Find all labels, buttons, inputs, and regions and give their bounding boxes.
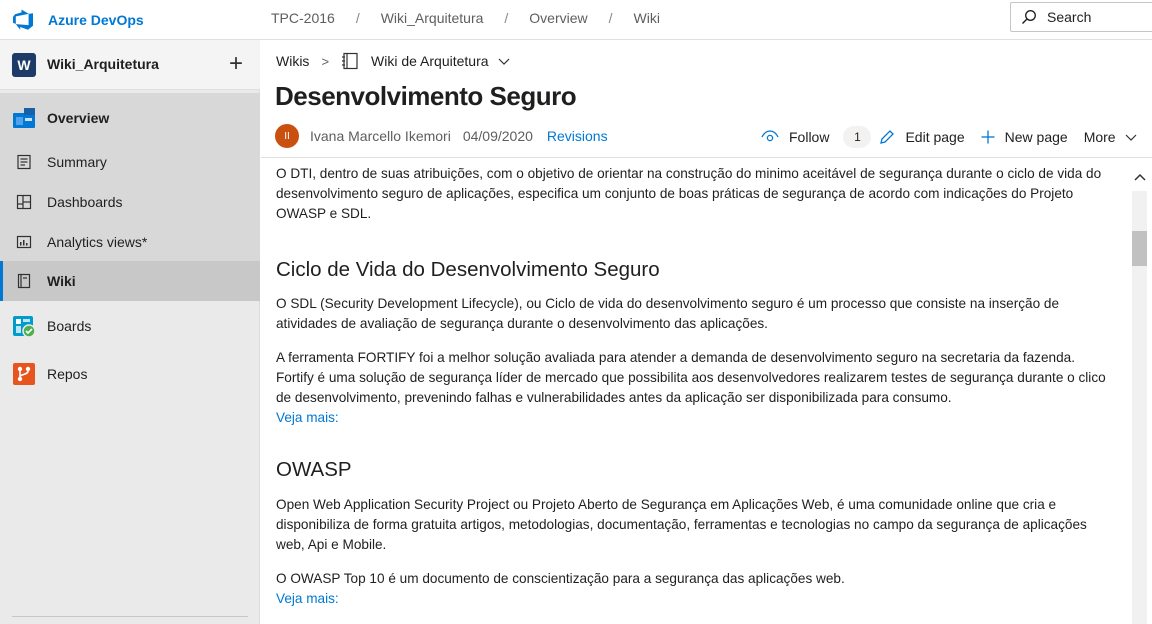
wiki-book-icon	[342, 52, 358, 70]
new-page-label: New page	[1004, 129, 1068, 145]
avatar: II	[275, 124, 299, 148]
chevron-down-icon	[1125, 134, 1137, 141]
follow-button[interactable]: Follow	[761, 129, 829, 145]
author-name: Ivana Marcello Ikemori	[310, 128, 451, 144]
sidebar-item-label: Wiki	[47, 273, 76, 289]
breadcrumb-overview[interactable]: Overview	[529, 10, 587, 26]
new-page-button[interactable]: New page	[981, 129, 1068, 145]
page-actions: Follow 1 Edit page New page More	[761, 125, 1148, 149]
plus-icon	[981, 130, 995, 144]
search-icon	[1022, 10, 1036, 24]
project-avatar: W	[12, 53, 36, 77]
analytics-icon	[12, 230, 36, 254]
fortify-paragraph: A ferramenta FORTIFY foi a melhor soluçã…	[276, 350, 1106, 405]
top10-paragraph: O OWASP Top 10 é um documento de conscie…	[276, 571, 845, 586]
top10-section: O OWASP Top 10 é um documento de conscie…	[276, 569, 1111, 609]
summary-icon	[12, 150, 36, 174]
sdl-paragraph: O SDL (Security Development Lifecycle), …	[276, 296, 1060, 331]
top-bar: Azure DevOps TPC-2016 / Wiki_Arquitetura…	[0, 0, 1152, 40]
project-header[interactable]: W Wiki_Arquitetura +	[0, 40, 260, 90]
breadcrumb: TPC-2016 / Wiki_Arquitetura / Overview /…	[271, 10, 660, 26]
sidebar-item-wiki[interactable]: Wiki	[0, 261, 260, 301]
overview-icon	[12, 106, 36, 130]
breadcrumb-separator: /	[355, 10, 360, 26]
azure-devops-home[interactable]: Azure DevOps	[12, 8, 144, 32]
page-content: O DTI, dentro de suas atribuições, com o…	[276, 164, 1111, 606]
repos-icon	[12, 362, 36, 386]
sidebar-item-summary[interactable]: Summary	[0, 142, 260, 182]
follow-count-badge: 1	[843, 126, 872, 148]
sidebar-divider	[12, 616, 248, 617]
page-meta: II Ivana Marcello Ikemori 04/09/2020 Rev…	[275, 124, 608, 148]
project-name: Wiki_Arquitetura	[47, 56, 159, 72]
wiki-breadcrumb: Wikis > Wiki de Arquitetura	[276, 52, 523, 70]
boards-icon	[12, 314, 36, 338]
page-date: 04/09/2020	[462, 128, 533, 144]
revisions-link[interactable]: Revisions	[547, 128, 608, 144]
edit-page-label: Edit page	[905, 129, 965, 145]
sidebar-item-label: Analytics views*	[47, 234, 148, 250]
wiki-icon	[12, 269, 36, 293]
eye-icon	[761, 130, 779, 142]
follow-label: Follow	[789, 129, 830, 145]
add-icon[interactable]: +	[226, 52, 246, 76]
chevron-up-icon[interactable]	[1134, 172, 1146, 182]
app-name: Azure DevOps	[48, 12, 144, 28]
header-divider	[261, 157, 1152, 158]
pencil-icon	[880, 130, 895, 144]
sidebar: W Wiki_Arquitetura + Overview Summary Da…	[0, 40, 260, 624]
breadcrumb-project[interactable]: Wiki_Arquitetura	[381, 10, 484, 26]
sidebar-item-repos[interactable]: Repos	[0, 354, 260, 394]
page-title: Desenvolvimento Seguro	[275, 81, 577, 111]
more-label: More	[1083, 129, 1116, 145]
sidebar-item-label: Boards	[47, 318, 92, 334]
edit-page-button[interactable]: Edit page	[879, 129, 965, 145]
dashboards-icon	[12, 190, 36, 214]
sidebar-item-dashboards[interactable]: Dashboards	[0, 182, 260, 222]
sidebar-item-label: Dashboards	[47, 194, 123, 210]
veja-mais-link[interactable]: Veja mais:	[276, 408, 1111, 428]
chevron-down-icon[interactable]	[497, 54, 511, 68]
sidebar-item-analytics-views[interactable]: Analytics views*	[0, 222, 260, 262]
sidebar-item-label: Repos	[47, 366, 88, 382]
sidebar-item-overview[interactable]: Overview	[0, 98, 260, 138]
chevron-right-icon: >	[321, 53, 330, 69]
sidebar-item-label: Overview	[47, 110, 110, 126]
heading-ciclo: Ciclo de Vida do Desenvolvimento Seguro	[276, 258, 660, 281]
breadcrumb-separator: /	[608, 10, 613, 26]
heading-owasp: OWASP	[276, 458, 352, 481]
search-box[interactable]: Search	[1010, 2, 1152, 32]
breadcrumb-separator: /	[504, 10, 509, 26]
main-content: Wikis > Wiki de Arquitetura Desenvolvime…	[261, 41, 1152, 624]
breadcrumb-wiki[interactable]: Wiki	[634, 10, 660, 26]
veja-mais-link[interactable]: Veja mais:	[276, 589, 1111, 609]
sidebar-item-boards[interactable]: Boards	[0, 306, 260, 346]
fortify-section: A ferramenta FORTIFY foi a melhor soluçã…	[276, 348, 1111, 428]
wiki-selector[interactable]: Wiki de Arquitetura	[371, 53, 489, 69]
scrollbar[interactable]	[1127, 158, 1152, 624]
more-button[interactable]: More	[1084, 129, 1148, 145]
intro-paragraph: O DTI, dentro de suas atribuições, com o…	[276, 166, 1102, 221]
wikis-link[interactable]: Wikis	[276, 53, 309, 69]
breadcrumb-organization[interactable]: TPC-2016	[271, 10, 335, 26]
search-placeholder: Search	[1047, 9, 1092, 25]
scroll-thumb[interactable]	[1132, 231, 1147, 266]
owasp-paragraph: Open Web Application Security Project ou…	[276, 497, 1087, 552]
sidebar-item-label: Summary	[47, 154, 107, 170]
azure-devops-logo-icon	[13, 9, 33, 30]
